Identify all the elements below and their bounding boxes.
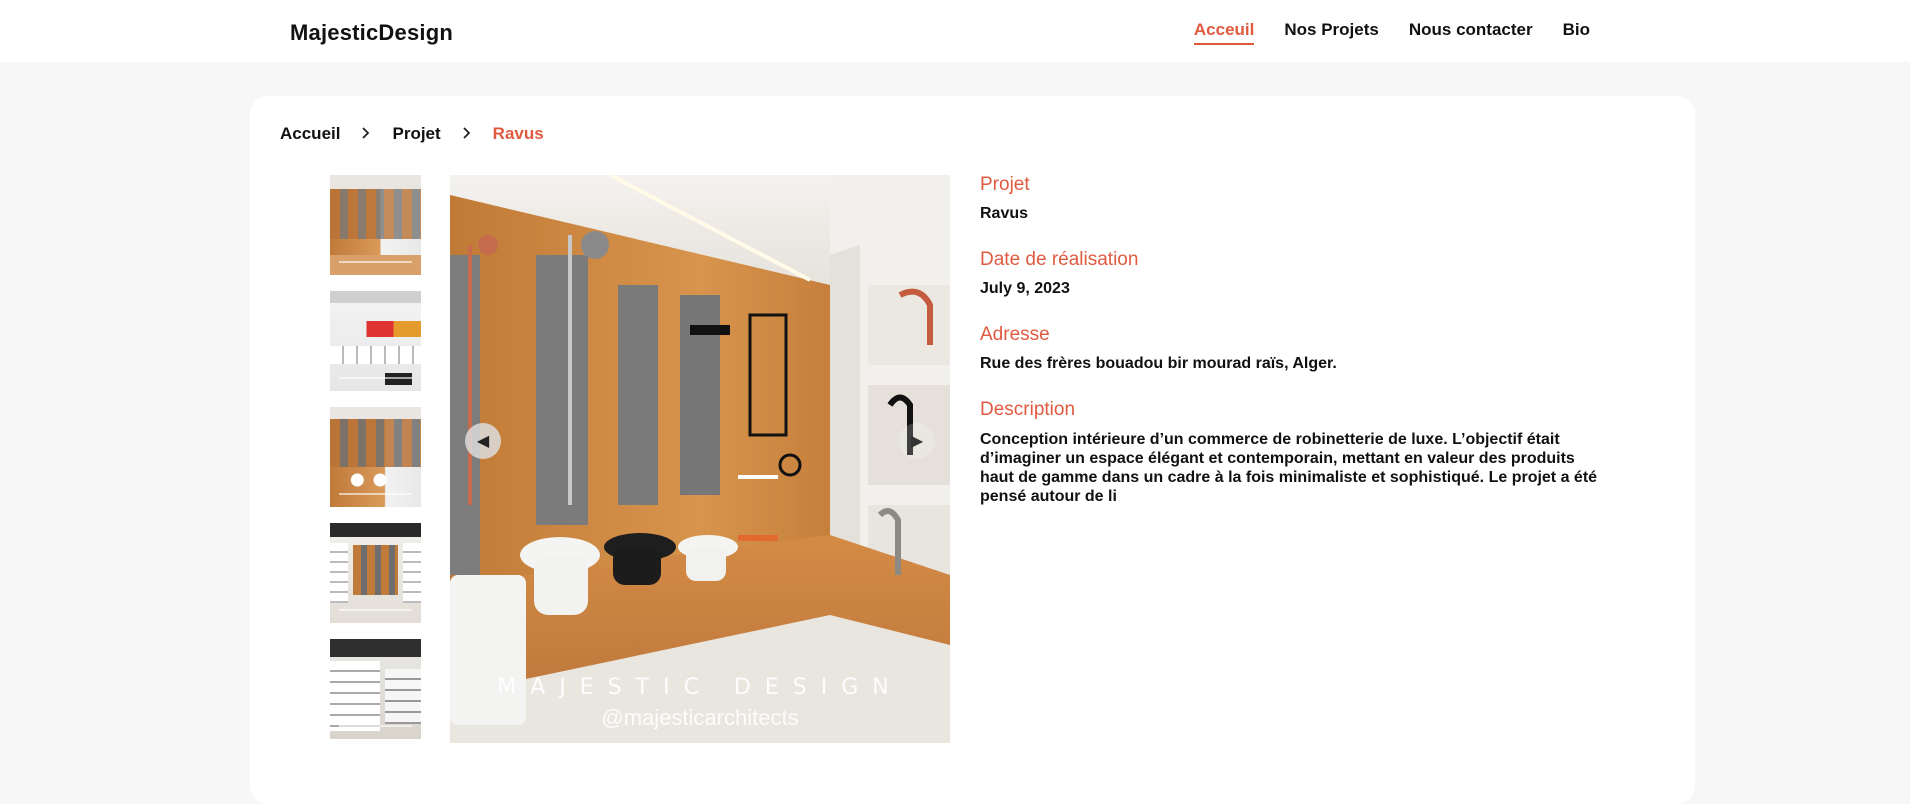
bathroom-render-image bbox=[450, 175, 950, 743]
watermark-handle: @majesticarchitects bbox=[601, 705, 799, 730]
brand-logo[interactable]: MajesticDesign bbox=[290, 20, 453, 46]
address-value: Rue des frères bouadou bir mourad raïs, … bbox=[980, 355, 1337, 372]
project-label: Projet bbox=[980, 174, 1030, 195]
arrow-left-icon: ◀ bbox=[476, 433, 490, 450]
thumbnail-4[interactable] bbox=[330, 523, 421, 623]
breadcrumb-accueil[interactable]: Accueil bbox=[280, 124, 340, 144]
nav-item-bio[interactable]: Bio bbox=[1563, 20, 1590, 45]
thumbnail-5[interactable] bbox=[330, 639, 421, 739]
nav-item-accueil[interactable]: Acceuil bbox=[1193, 20, 1255, 45]
nav-item-nos-projets[interactable]: Nos Projets bbox=[1284, 20, 1378, 45]
arrow-right-icon: ▶ bbox=[910, 433, 924, 450]
main-nav: Acceuil Nos Projets Nous contacter Bio bbox=[1193, 20, 1590, 45]
date-label: Date de réalisation bbox=[980, 249, 1139, 270]
thumbnail-list bbox=[330, 175, 421, 755]
description-text: Conception intérieure d’un commerce de r… bbox=[980, 431, 1598, 505]
chevron-right-icon bbox=[340, 124, 392, 144]
watermark-title: MAJESTIC DESIGN bbox=[497, 675, 903, 700]
top-navbar: MajesticDesign Acceuil Nos Projets Nous … bbox=[0, 0, 1910, 62]
description-label: Description bbox=[980, 399, 1076, 420]
thumbnail-1[interactable] bbox=[330, 175, 421, 275]
thumbnail-2[interactable] bbox=[330, 291, 421, 391]
project-details: Projet Ravus Date de réalisation July 9,… bbox=[980, 174, 1620, 506]
nav-item-nous-contacter[interactable]: Nous contacter bbox=[1409, 20, 1533, 45]
breadcrumb-projet[interactable]: Projet bbox=[392, 124, 440, 144]
main-project-image: ◀ ▶ MAJESTIC DESIGN @majesticarchitects bbox=[450, 175, 950, 743]
thumbnail-3[interactable] bbox=[330, 407, 421, 507]
breadcrumb: Accueil Projet Ravus bbox=[280, 124, 544, 144]
prev-image-button[interactable]: ◀ bbox=[465, 423, 501, 459]
date-value: July 9, 2023 bbox=[980, 280, 1070, 297]
breadcrumb-current: Ravus bbox=[492, 124, 544, 143]
project-value: Ravus bbox=[980, 205, 1029, 222]
next-image-button[interactable]: ▶ bbox=[899, 423, 935, 459]
address-label: Adresse bbox=[980, 324, 1050, 345]
chevron-right-icon bbox=[441, 124, 493, 144]
project-card: Accueil Projet Ravus ◀ ▶ MAJESTIC DESIGN… bbox=[250, 96, 1695, 804]
